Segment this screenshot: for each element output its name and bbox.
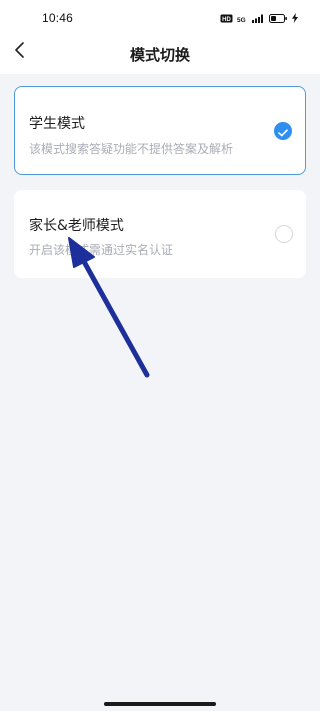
- battery-icon: [269, 13, 288, 23]
- mode-description: 开启该模式需通过实名认证: [29, 243, 174, 257]
- home-indicator[interactable]: [104, 702, 216, 706]
- page-title: 模式切换: [129, 46, 190, 64]
- signal-icon: [252, 14, 265, 23]
- nav-bar: 模式切换: [0, 32, 320, 74]
- mode-title: 家长&老师模式: [29, 218, 124, 234]
- mode-card-student[interactable]: 学生模式 该模式搜索答疑功能不提供答案及解析: [14, 86, 306, 175]
- network-icon: 5G: [237, 14, 248, 23]
- radio-checked[interactable]: [274, 122, 292, 140]
- mode-card-parent-teacher[interactable]: 家长&老师模式 开启该模式需通过实名认证: [14, 190, 306, 278]
- status-icons: HD 5G: [220, 13, 298, 23]
- status-bar: 10:46 HD 5G: [0, 0, 320, 32]
- svg-text:HD: HD: [222, 17, 231, 23]
- charging-icon: [292, 13, 298, 23]
- network-label: 5G: [237, 17, 246, 23]
- status-time: 10:46: [42, 11, 74, 25]
- radio-unchecked[interactable]: [275, 225, 293, 243]
- checkmark-icon: [278, 122, 288, 141]
- mode-title: 学生模式: [29, 116, 85, 132]
- mode-description: 该模式搜索答疑功能不提供答案及解析: [29, 142, 234, 156]
- hd-icon: HD: [220, 14, 233, 23]
